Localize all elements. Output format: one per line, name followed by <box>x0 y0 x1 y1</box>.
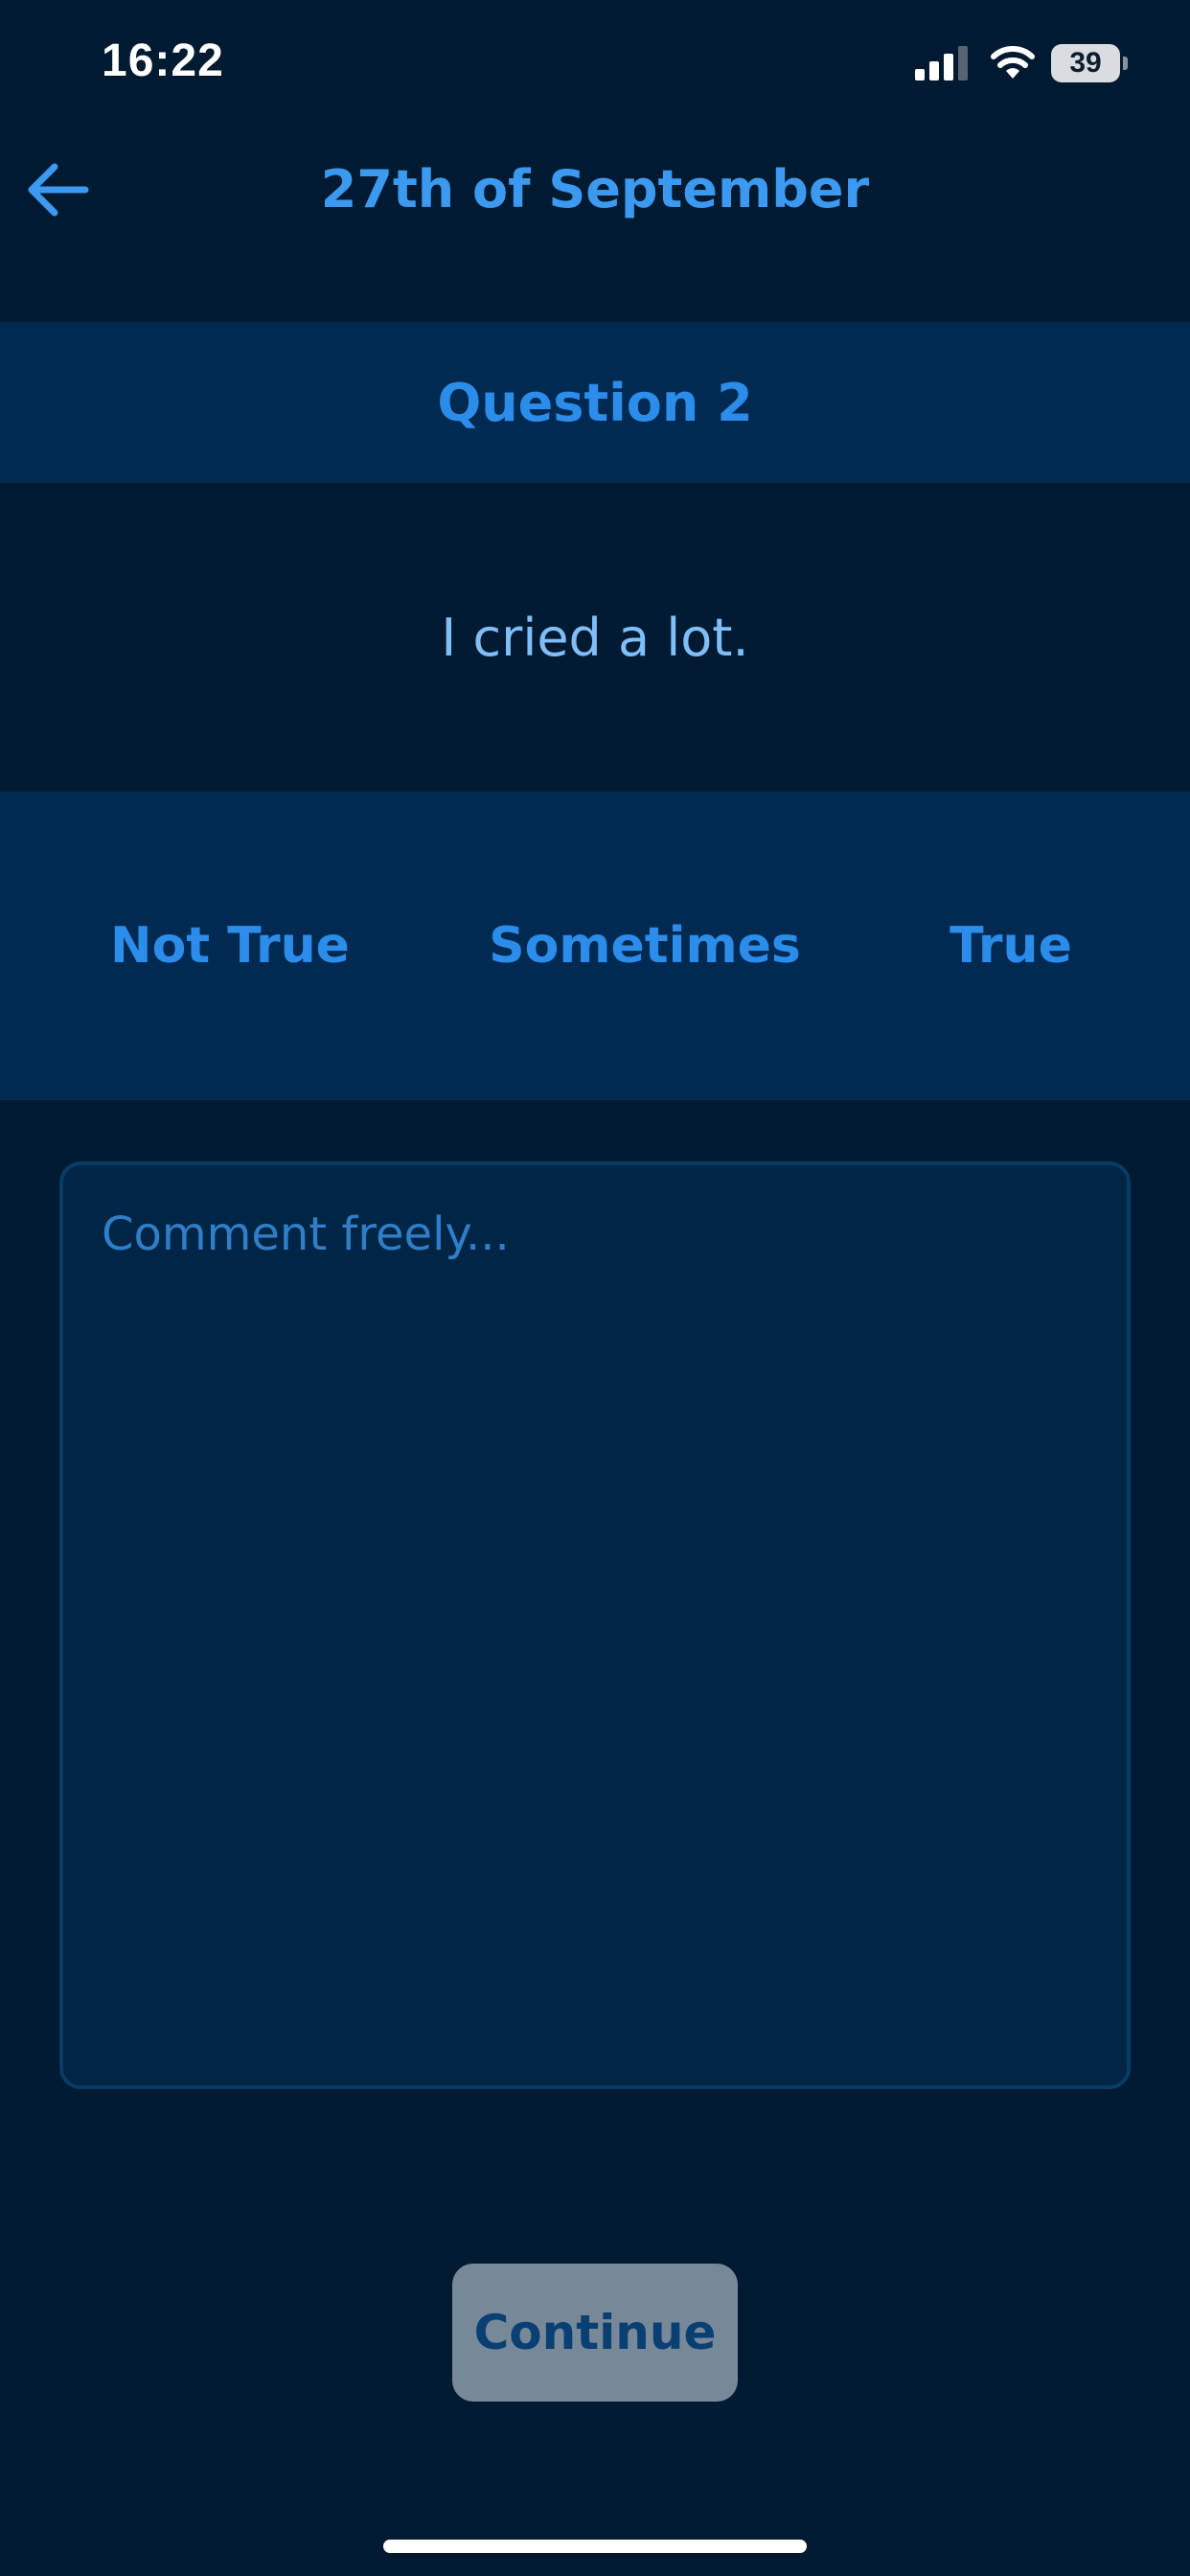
answer-true-button[interactable]: True <box>934 907 1087 985</box>
answer-sometimes-button[interactable]: Sometimes <box>489 907 801 985</box>
wifi-icon <box>991 46 1035 79</box>
page-title: 27th of September <box>320 159 870 219</box>
home-indicator[interactable] <box>383 2540 807 2553</box>
continue-button[interactable]: Continue <box>452 2264 738 2402</box>
answer-not-true-button[interactable]: Not True <box>105 907 355 985</box>
statement-text: I cried a lot. <box>441 607 749 668</box>
question-header: Question 2 <box>0 322 1190 483</box>
question-statement: I cried a lot. <box>0 483 1190 792</box>
comment-box <box>59 1162 1131 2089</box>
battery-tip <box>1123 57 1128 70</box>
header: 27th of September <box>0 134 1190 322</box>
battery-icon: 39 <box>1051 44 1128 82</box>
status-time: 16:22 <box>102 35 224 86</box>
signal-icon <box>915 46 968 80</box>
comment-input[interactable] <box>63 1165 1127 2085</box>
question-label: Question 2 <box>437 372 753 433</box>
battery-level: 39 <box>1051 44 1120 82</box>
answer-options: Not True Sometimes True <box>0 792 1190 1100</box>
status-bar: 16:22 39 <box>0 0 1190 134</box>
